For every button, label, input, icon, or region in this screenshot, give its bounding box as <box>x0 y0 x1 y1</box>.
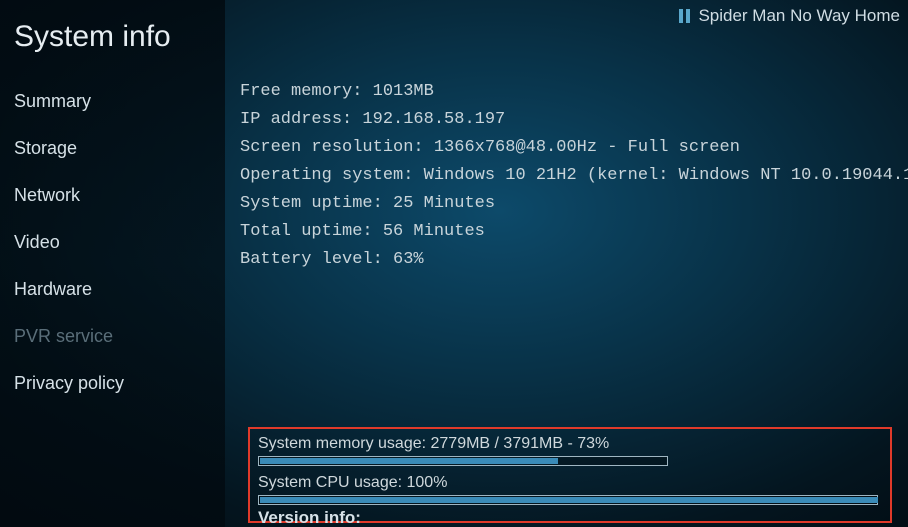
sidebar-item-video[interactable]: Video <box>0 219 225 266</box>
nowplaying-indicator[interactable]: Spider Man No Way Home <box>679 6 900 26</box>
memory-usage-label: System memory usage: 2779MB / 3791MB - 7… <box>258 435 882 453</box>
sidebar-item-label: Privacy policy <box>14 373 124 393</box>
pause-icon <box>679 9 690 23</box>
memory-usage-fill <box>260 458 558 464</box>
cpu-usage-label: System CPU usage: 100% <box>258 474 882 492</box>
info-battery-level: Battery level: 63% <box>240 246 900 274</box>
sidebar-item-network[interactable]: Network <box>0 172 225 219</box>
version-info-label: Version info: <box>258 508 361 527</box>
sidebar-item-label: Hardware <box>14 279 92 299</box>
sidebar-item-label: Summary <box>14 91 91 111</box>
info-system-uptime: System uptime: 25 Minutes <box>240 190 900 218</box>
page-title: System info <box>0 8 225 78</box>
sidebar-item-label: Video <box>14 232 60 252</box>
sidebar-item-label: Storage <box>14 138 77 158</box>
info-operating-system: Operating system: Windows 10 21H2 (kerne… <box>240 162 900 190</box>
sidebar-item-privacy-policy[interactable]: Privacy policy <box>0 360 225 407</box>
nowplaying-title: Spider Man No Way Home <box>698 6 900 26</box>
cpu-usage-bar <box>258 495 878 505</box>
info-screen-resolution: Screen resolution: 1366x768@48.00Hz - Fu… <box>240 134 900 162</box>
sidebar-item-summary[interactable]: Summary <box>0 78 225 125</box>
sidebar-item-label: Network <box>14 185 80 205</box>
sidebar-item-label: PVR service <box>14 326 113 346</box>
info-ip-address: IP address: 192.168.58.197 <box>240 106 900 134</box>
sidebar: System info Summary Storage Network Vide… <box>0 0 225 527</box>
main-info-panel: Free memory: 1013MB IP address: 192.168.… <box>240 78 900 274</box>
sidebar-item-pvr-service[interactable]: PVR service <box>0 313 225 360</box>
sidebar-item-storage[interactable]: Storage <box>0 125 225 172</box>
sidebar-item-hardware[interactable]: Hardware <box>0 266 225 313</box>
info-total-uptime: Total uptime: 56 Minutes <box>240 218 900 246</box>
info-free-memory: Free memory: 1013MB <box>240 78 900 106</box>
cpu-usage-fill <box>260 497 878 503</box>
sidebar-menu: Summary Storage Network Video Hardware P… <box>0 78 225 407</box>
memory-usage-bar <box>258 456 668 466</box>
